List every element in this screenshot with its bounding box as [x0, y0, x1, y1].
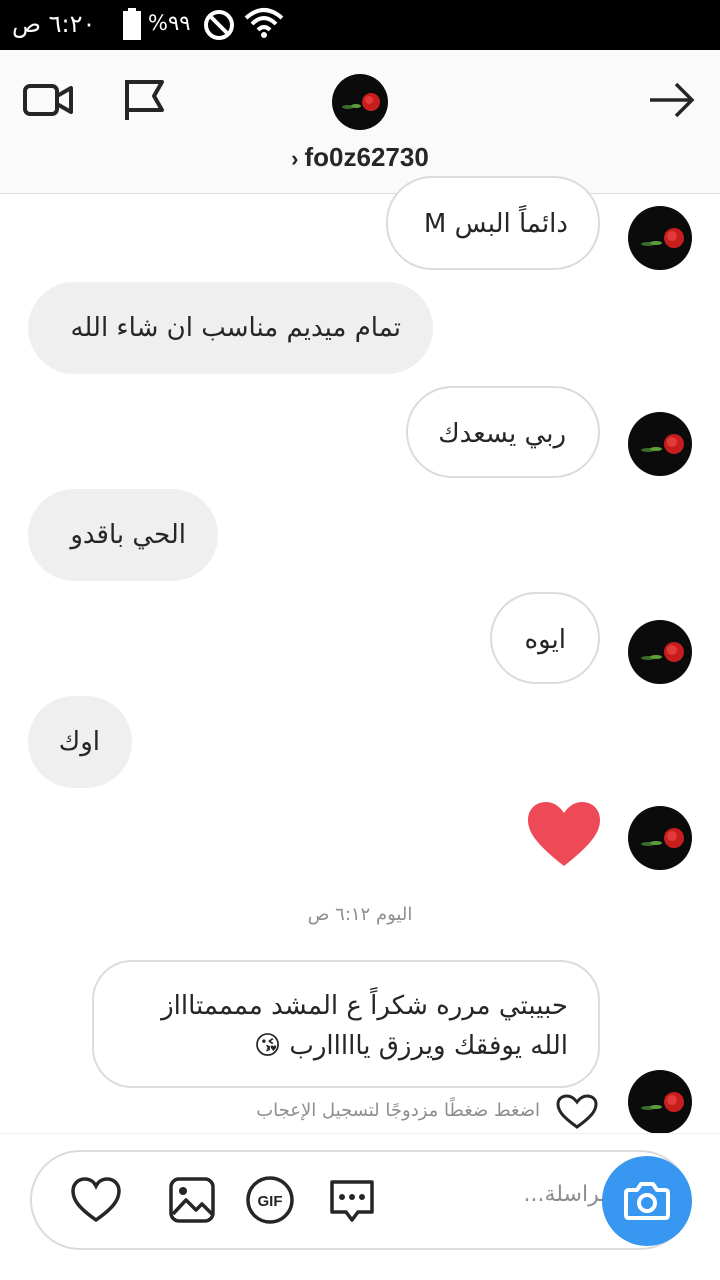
message-text: الله يوفقك ويرزق يااااارب 😘	[254, 1031, 568, 1061]
rose-avatar-image	[641, 434, 684, 454]
heart-message-icon[interactable]	[526, 800, 602, 868]
message-incoming[interactable]: ربي يسعدك	[406, 386, 600, 478]
message-incoming[interactable]: دائماً البس M	[386, 176, 600, 270]
message-outgoing[interactable]: الحي باقدو	[28, 489, 218, 581]
sender-avatar[interactable]	[628, 1070, 692, 1134]
divider	[0, 1133, 720, 1134]
gallery-icon[interactable]	[166, 1174, 218, 1226]
rose-avatar-image	[342, 93, 380, 111]
battery-percent: %٩٩	[148, 11, 191, 35]
message-incoming[interactable]: ايوه	[490, 592, 600, 684]
message-text: حبيبتي مرره شكراً ع المشد ممممتاااز	[161, 991, 568, 1021]
do-not-disturb-icon	[204, 10, 234, 40]
battery-icon	[123, 8, 141, 40]
message-outgoing[interactable]: اوك	[28, 696, 132, 788]
rose-avatar-image	[641, 228, 684, 248]
sender-avatar[interactable]	[628, 620, 692, 684]
message-text: دائماً البس M	[423, 209, 568, 239]
profile-avatar[interactable]	[332, 74, 388, 130]
sticker-icon[interactable]	[326, 1174, 378, 1226]
camera-icon	[624, 1182, 670, 1220]
sender-avatar[interactable]	[628, 806, 692, 870]
video-call-icon[interactable]	[22, 74, 74, 126]
double-tap-hint: اضغط ضغطًا مزدوجًا لتسجيل الإعجاب	[256, 1100, 540, 1121]
message-outgoing[interactable]: تمام ميديم مناسب ان شاء الله	[28, 282, 433, 374]
flag-icon[interactable]	[120, 74, 172, 126]
svg-text:GIF: GIF	[258, 1193, 283, 1210]
username-text: fo0z62730	[304, 142, 429, 172]
camera-button[interactable]	[602, 1156, 692, 1246]
chevron-icon: ›	[291, 146, 299, 171]
rose-avatar-image	[641, 828, 684, 848]
message-incoming[interactable]: حبيبتي مرره شكراً ع المشد ممممتاااز الله…	[92, 960, 600, 1088]
message-text: ايوه	[524, 625, 566, 655]
chat-header: › fo0z62730	[0, 50, 720, 194]
message-input[interactable]: مراسلة...	[452, 1182, 618, 1222]
heart-icon[interactable]	[70, 1174, 122, 1226]
chat-username[interactable]: › fo0z62730	[0, 142, 720, 173]
gif-icon[interactable]: GIF	[244, 1174, 296, 1226]
message-text: اوك	[58, 727, 100, 757]
message-text: تمام ميديم مناسب ان شاء الله	[70, 313, 401, 343]
chat-timestamp: اليوم ٦:١٢ ص	[307, 904, 413, 925]
sender-avatar[interactable]	[628, 412, 692, 476]
back-arrow-icon[interactable]	[646, 74, 698, 126]
rose-avatar-image	[641, 642, 684, 662]
rose-avatar-image	[641, 1092, 684, 1112]
sender-avatar[interactable]	[628, 206, 692, 270]
message-text: ربي يسعدك	[438, 419, 566, 449]
like-heart-outline-icon[interactable]	[556, 1094, 598, 1130]
status-bar: ٦:٢٠ ص %٩٩	[0, 0, 720, 50]
status-time: ٦:٢٠ ص	[12, 10, 96, 38]
wifi-icon	[244, 8, 284, 38]
message-composer: GIF مراسلة...	[30, 1150, 692, 1250]
message-text: الحي باقدو	[70, 520, 186, 550]
